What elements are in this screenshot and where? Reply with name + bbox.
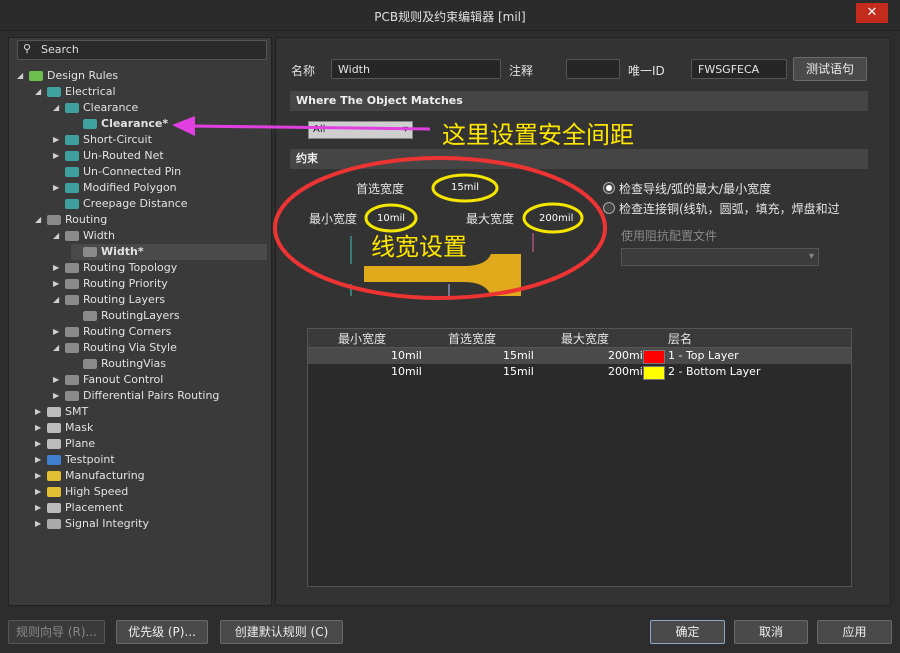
rule-wizard-button[interactable]: 规则向导 (R)...	[8, 620, 105, 644]
ok-button[interactable]: 确定	[650, 620, 725, 644]
width-annotation: 线宽设置	[371, 233, 467, 261]
annotation-overlay	[172, 116, 607, 300]
clearance-annotation: 这里设置安全间距	[442, 121, 634, 149]
annotation-arrow-line	[189, 124, 431, 131]
apply-button[interactable]: 应用	[817, 620, 892, 644]
max-width-highlight	[522, 202, 584, 234]
annotation-arrow-head	[172, 116, 195, 136]
preferred-width-highlight	[431, 173, 499, 203]
create-default-rules-button[interactable]: 创建默认规则 (C)	[220, 620, 343, 644]
priority-button[interactable]: 优先级 (P)...	[116, 620, 208, 644]
cancel-button[interactable]: 取消	[734, 620, 808, 644]
